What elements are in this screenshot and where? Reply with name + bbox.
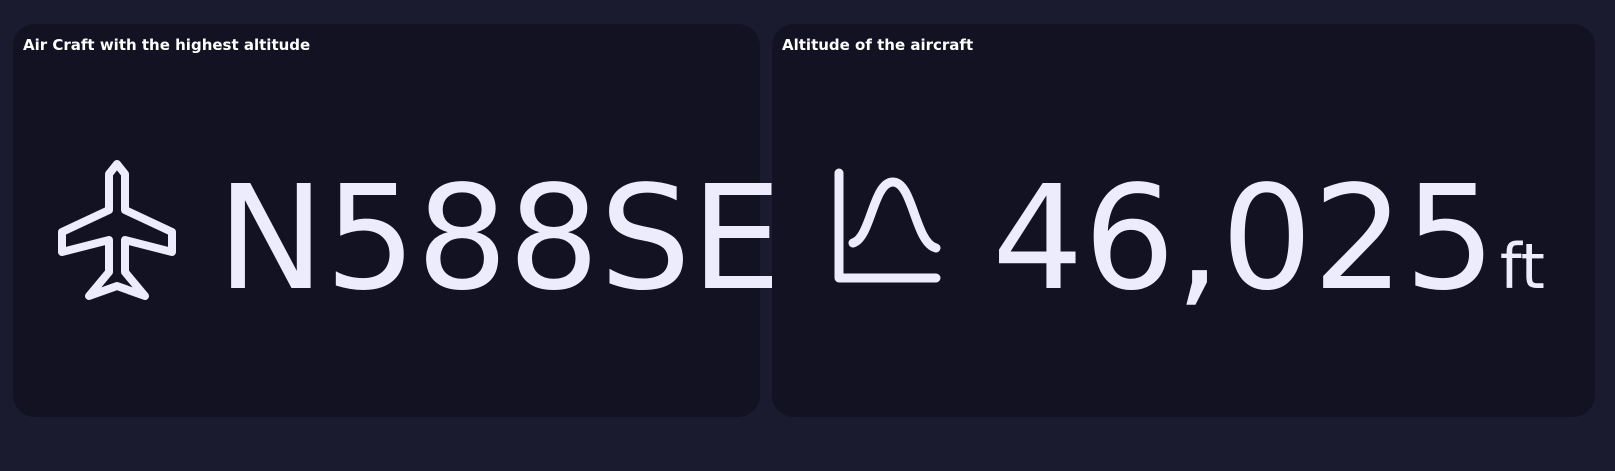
altitude-value: 46,025ft (992, 166, 1545, 310)
aircraft-stat-card: Air Craft with the highest altitude N588… (13, 24, 782, 417)
aircraft-id-value: N588SE (217, 154, 782, 322)
card-title: Air Craft with the highest altitude (23, 36, 311, 54)
bell-curve-chart-icon (834, 168, 941, 283)
altitude-unit: ft (1499, 230, 1545, 303)
altitude-stat-card: Altitude of the aircraft 46,025ft (772, 24, 1595, 417)
card-title: Altitude of the aircraft (782, 36, 974, 54)
altitude-number: 46,025 (992, 154, 1496, 322)
airplane-icon (58, 160, 176, 300)
